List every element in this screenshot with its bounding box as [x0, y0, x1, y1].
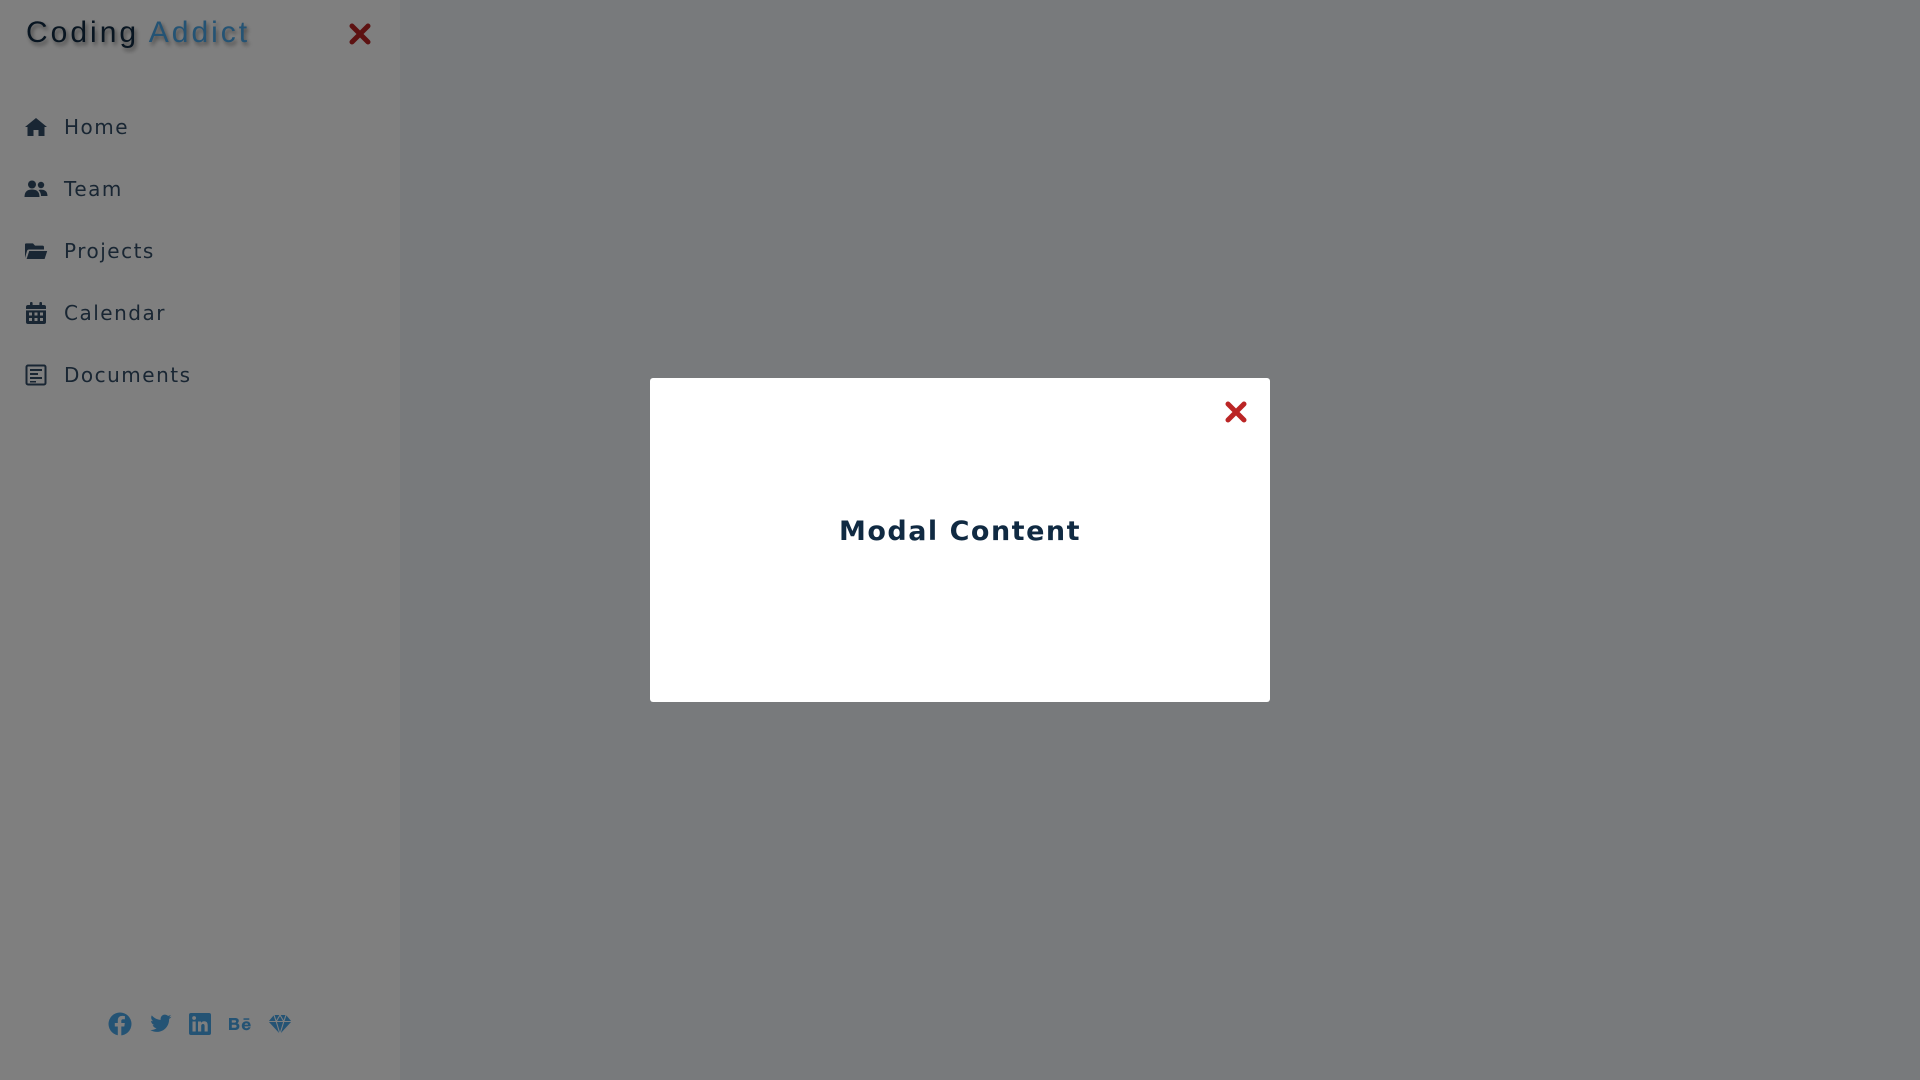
modal-title: Modal Content: [838, 516, 1082, 547]
modal-close-button[interactable]: [1222, 398, 1250, 426]
modal: Modal Content: [650, 378, 1270, 702]
close-icon: [1225, 401, 1247, 423]
